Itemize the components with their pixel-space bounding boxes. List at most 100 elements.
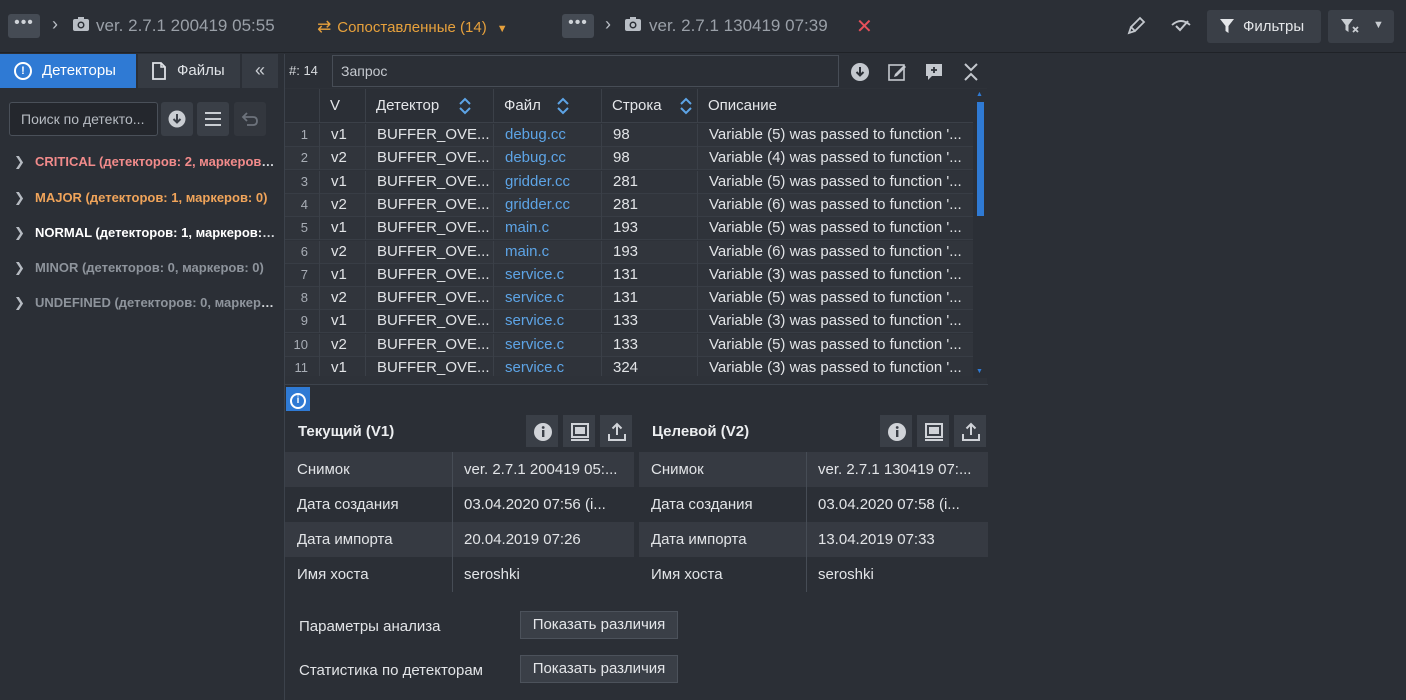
cell-line: 98: [601, 147, 697, 171]
cell-detector: BUFFER_OVE...: [365, 170, 493, 194]
right-version-label[interactable]: ver. 2.7.1 130419 07:39: [649, 16, 828, 36]
collapse-panel-button[interactable]: «: [242, 54, 278, 88]
list-menu-button[interactable]: [197, 102, 229, 136]
cell-v: v2: [319, 147, 365, 171]
more-left-button[interactable]: •••: [8, 14, 40, 38]
table-row[interactable]: 7 v1 BUFFER_OVE... service.c 131 Variable (3)…: [285, 263, 973, 287]
target-info-button[interactable]: [879, 414, 913, 448]
cell-file[interactable]: gridder.cc: [493, 170, 601, 194]
table-row[interactable]: 3 v1 BUFFER_OVE... gridder.cc 281 Variable (5…: [285, 170, 973, 194]
camera-icon: [73, 17, 89, 31]
cell-file[interactable]: service.c: [493, 357, 601, 376]
target-export-button[interactable]: [953, 414, 987, 448]
current-export-button[interactable]: [599, 414, 633, 448]
undo-icon: [241, 112, 258, 126]
cell-v: v1: [319, 357, 365, 376]
severity-undefined[interactable]: ❯ UNDEFINED (детекторов: 0, маркеров: 0): [14, 295, 276, 311]
cell-file[interactable]: service.c: [493, 310, 601, 334]
table-row[interactable]: 6 v2 BUFFER_OVE... main.c 193 Variable (6) wa…: [285, 240, 973, 264]
clear-filters-button[interactable]: ▼: [1328, 10, 1394, 43]
table-row[interactable]: 1 v1 BUFFER_OVE... debug.cc 98 Variable (5) w…: [285, 124, 973, 147]
detector-stats-diff-button[interactable]: Показать различия: [520, 655, 678, 683]
cell-desc: Variable (3) was passed to function '...: [697, 357, 973, 376]
cell-n: 5: [300, 220, 308, 236]
col-header-description[interactable]: Описание: [697, 89, 973, 123]
scroll-up-icon[interactable]: ▲: [976, 91, 983, 98]
analysis-params-diff-button[interactable]: Показать различия: [520, 611, 678, 639]
chevron-right-icon: ❯: [14, 190, 25, 205]
col-header-line[interactable]: Строка: [601, 89, 697, 123]
tab-files-label: Файлы: [177, 62, 225, 79]
tab-detectors[interactable]: ! Детекторы: [0, 54, 136, 88]
tab-files[interactable]: Файлы: [138, 54, 240, 88]
swap-arrows-icon: ⇄: [317, 17, 332, 36]
cell-file[interactable]: service.c: [493, 333, 601, 357]
cell-desc: Variable (6) was passed to function '...: [697, 240, 973, 264]
cell-desc: Variable (5) was passed to function '...: [697, 170, 973, 194]
eye-check-icon[interactable]: [1170, 16, 1192, 34]
close-icon[interactable]: ✕: [856, 14, 873, 39]
cell-file[interactable]: main.c: [493, 217, 601, 241]
left-version-label[interactable]: ver. 2.7.1 200419 05:55: [96, 16, 275, 36]
more-right-button[interactable]: •••: [562, 14, 594, 38]
sort-icon: [557, 97, 569, 115]
table-row[interactable]: 8 v2 BUFFER_OVE... service.c 131 Variable (5)…: [285, 287, 973, 311]
col-header-v[interactable]: V: [319, 89, 365, 123]
current-info-button[interactable]: [525, 414, 559, 448]
table-row[interactable]: 2 v2 BUFFER_OVE... debug.cc 98 Variable (4) w…: [285, 147, 973, 171]
cell-file[interactable]: service.c: [493, 263, 601, 287]
cell-n: 11: [294, 360, 309, 375]
sort-icon: [680, 97, 692, 115]
scrollbar-thumb[interactable]: [977, 102, 984, 216]
table-scrollbar[interactable]: ▲ ▼: [973, 89, 987, 378]
cell-detector: BUFFER_OVE...: [365, 333, 493, 357]
col-header-detector[interactable]: Детектор: [365, 89, 493, 123]
cell-file[interactable]: main.c: [493, 240, 601, 264]
cell-file[interactable]: gridder.cc: [493, 193, 601, 217]
cell-desc: Variable (5) was passed to function '...: [697, 333, 973, 357]
table-row[interactable]: 10 v2 BUFFER_OVE... service.c 133 Variable (5…: [285, 333, 973, 357]
cell-file[interactable]: debug.cc: [493, 147, 601, 171]
target-terminal-button[interactable]: [916, 414, 950, 448]
cell-file[interactable]: service.c: [493, 287, 601, 311]
matched-dropdown[interactable]: ⇄ Сопоставленные (14) ▼: [317, 17, 508, 37]
current-terminal-button[interactable]: [562, 414, 596, 448]
detector-stats-label: Статистика по детекторам: [299, 662, 483, 679]
cell-n: 2: [300, 150, 308, 166]
cell-line: 131: [601, 287, 697, 311]
info-toggle-button[interactable]: i: [286, 387, 310, 411]
severity-critical[interactable]: ❯ CRITICAL (детекторов: 2, маркеров: 14): [14, 154, 276, 170]
download-circle-icon[interactable]: [850, 62, 870, 82]
cell-n: 9: [300, 313, 308, 329]
severity-undefined-label: UNDEFINED (детекторов: 0, маркеров: 0): [35, 295, 276, 310]
table-row[interactable]: 11 v1 BUFFER_OVE... service.c 324 Variable (3…: [285, 357, 973, 376]
download-button[interactable]: [161, 102, 193, 136]
cell-desc: Variable (6) was passed to function '...: [697, 193, 973, 217]
kv-row: Дата создания 03.04.2020 07:56 (i...: [285, 487, 634, 522]
table-row[interactable]: 9 v1 BUFFER_OVE... service.c 133 Variable (3)…: [285, 310, 973, 334]
severity-normal-label: NORMAL (детекторов: 1, маркеров: 0): [35, 225, 276, 240]
cell-file[interactable]: debug.cc: [493, 124, 601, 147]
cell-line: 98: [601, 124, 697, 147]
detector-search-input[interactable]: [9, 102, 158, 136]
query-input[interactable]: Запрос: [332, 55, 839, 87]
col-header-file[interactable]: Файл: [493, 89, 601, 123]
collapse-icon[interactable]: [962, 62, 980, 82]
undo-button[interactable]: [234, 102, 266, 136]
markers-panel: #: 14 Запрос V Детектор Файл Строка Опис…: [284, 54, 988, 700]
table-row[interactable]: 5 v1 BUFFER_OVE... main.c 193 Variable (5) wa…: [285, 217, 973, 241]
comment-add-icon[interactable]: [924, 62, 944, 82]
severity-major[interactable]: ❯ MAJOR (детекторов: 1, маркеров: 0): [14, 190, 276, 206]
edit-icon[interactable]: [887, 62, 907, 82]
scroll-down-icon[interactable]: ▼: [976, 368, 983, 375]
chevron-right-icon: ❯: [14, 154, 25, 169]
matched-label: Сопоставленные (14): [337, 19, 487, 36]
cell-desc: Variable (3) was passed to function '...: [697, 263, 973, 287]
severity-normal[interactable]: ❯ NORMAL (детекторов: 1, маркеров: 0): [14, 225, 276, 241]
severity-minor[interactable]: ❯ MINOR (детекторов: 0, маркеров: 0): [14, 260, 276, 276]
brush-icon[interactable]: [1126, 16, 1146, 36]
filters-button[interactable]: Фильтры: [1207, 10, 1321, 43]
cell-detector: BUFFER_OVE...: [365, 124, 493, 147]
table-row[interactable]: 4 v2 BUFFER_OVE... gridder.cc 281 Variable (6…: [285, 193, 973, 217]
cell-detector: BUFFER_OVE...: [365, 263, 493, 287]
